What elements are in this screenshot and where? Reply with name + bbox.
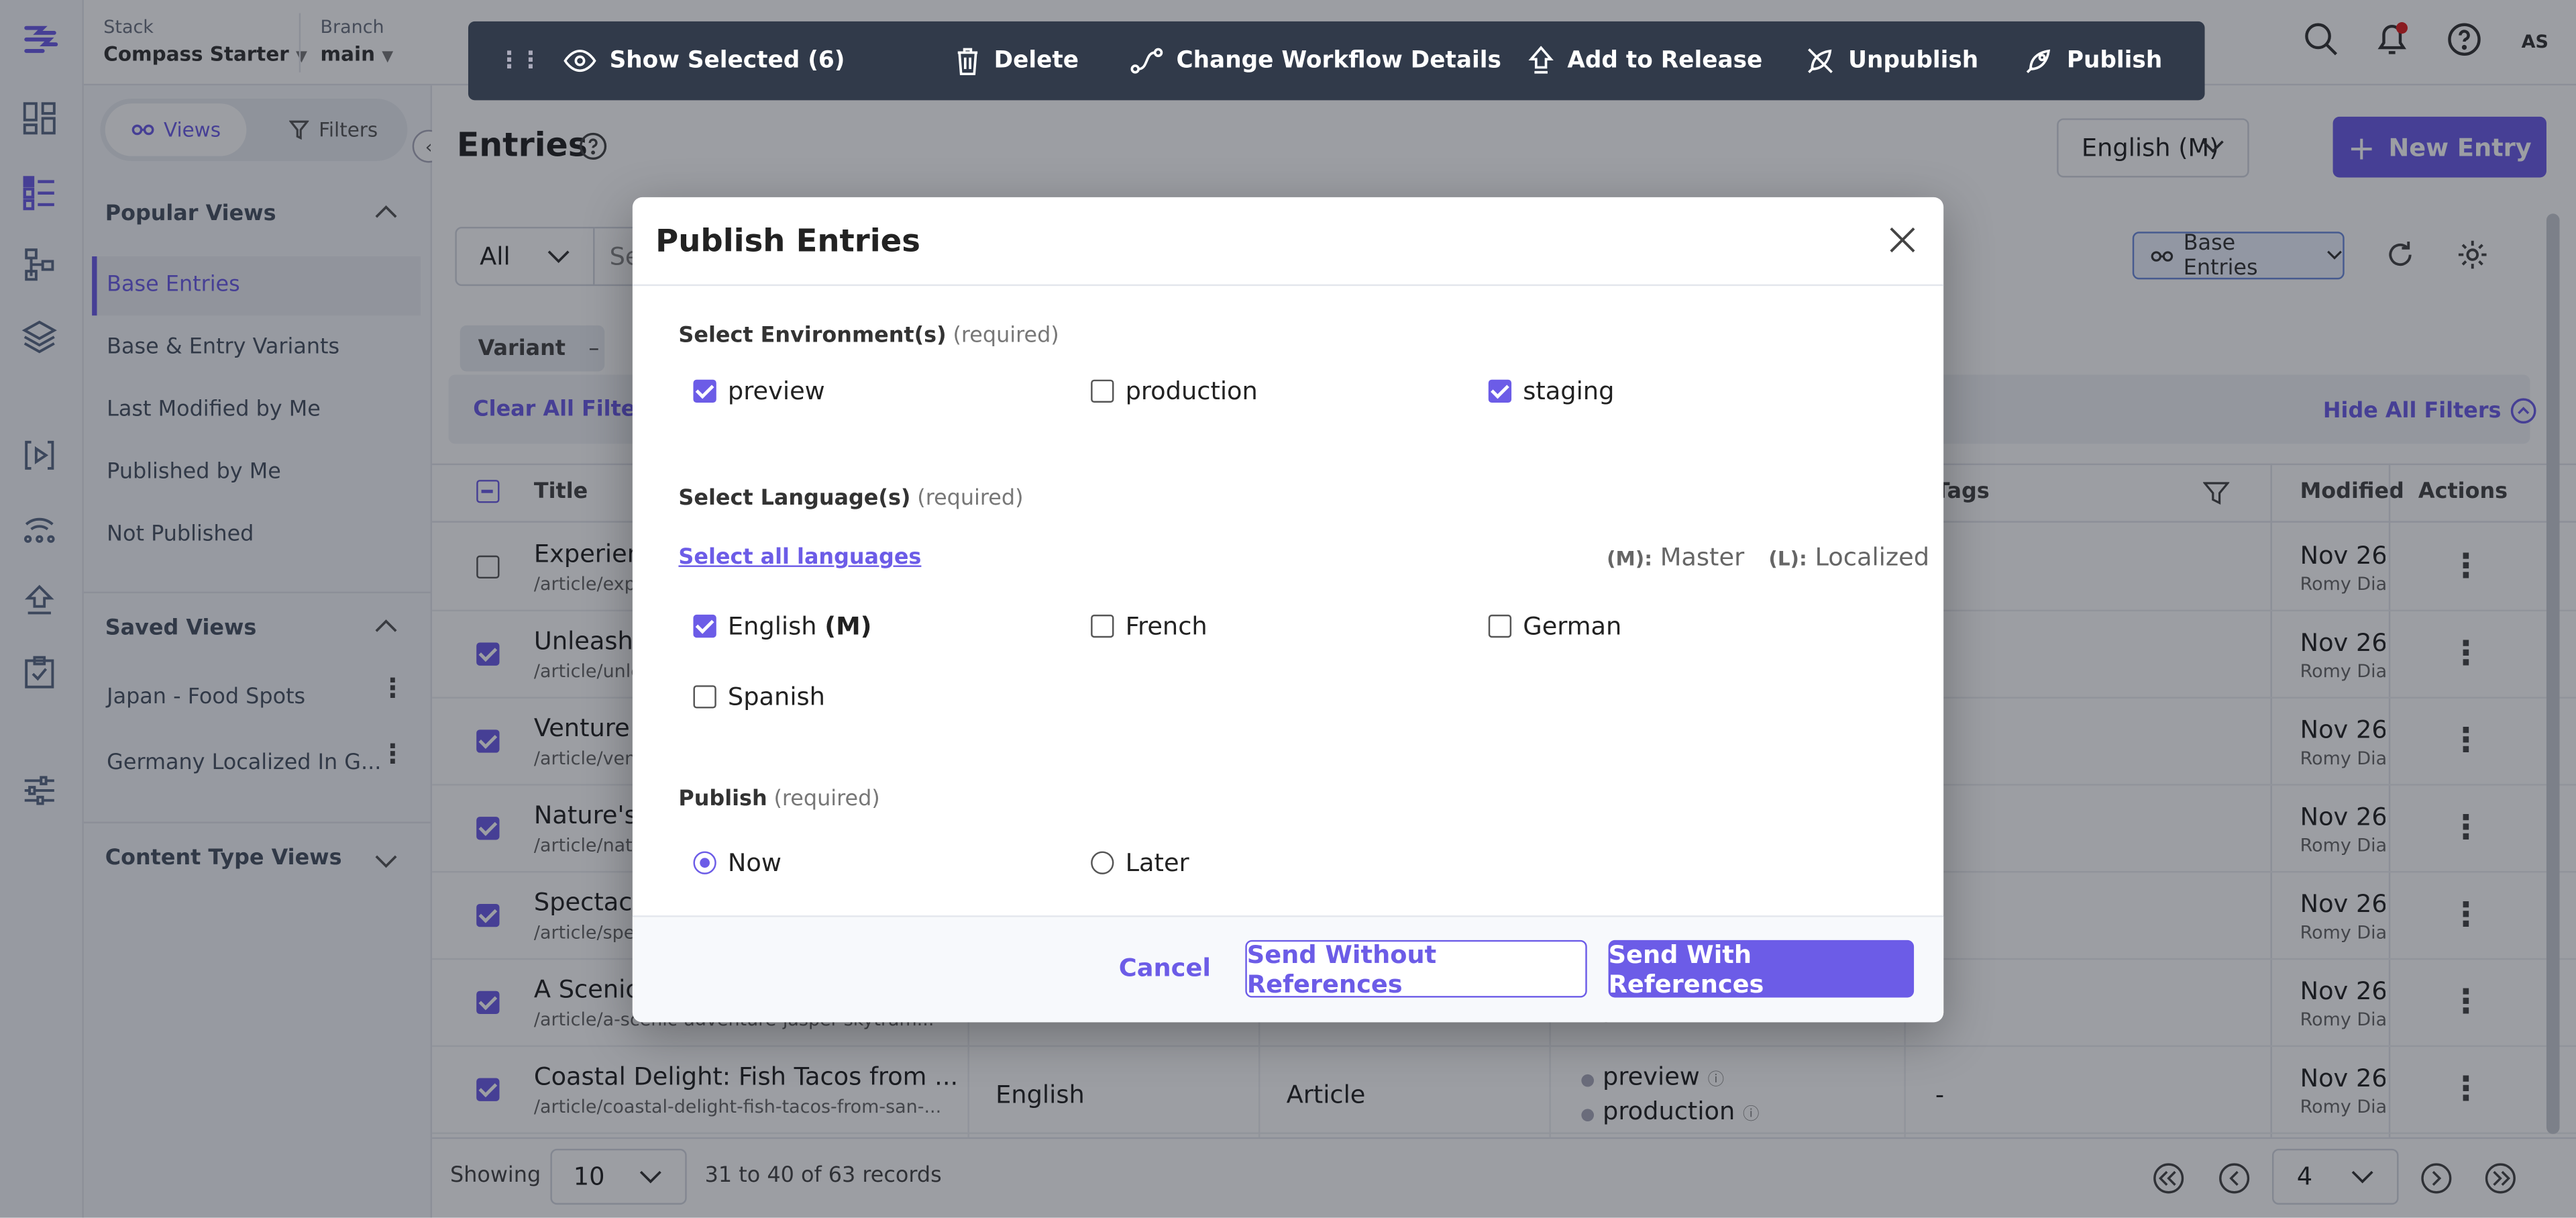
lang-name: English bbox=[727, 611, 817, 642]
lang-label: Select Language(s) bbox=[678, 486, 911, 511]
lang-checkbox-english[interactable] bbox=[693, 614, 716, 638]
publish-section-label: Publish (required) bbox=[678, 787, 879, 812]
required-label: (required) bbox=[917, 486, 1024, 511]
publish-label: Publish bbox=[2066, 48, 2163, 74]
divider bbox=[632, 284, 1944, 287]
required-label: (required) bbox=[773, 787, 880, 812]
env-section-label: Select Environment(s) (required) bbox=[678, 323, 1059, 348]
release-icon bbox=[1528, 46, 1554, 76]
env-checkbox-staging[interactable] bbox=[1488, 379, 1512, 403]
publish-now-radio[interactable] bbox=[693, 851, 716, 874]
close-icon[interactable] bbox=[1888, 225, 1917, 255]
workflow-icon bbox=[1130, 48, 1163, 74]
show-selected-label: Show Selected (6) bbox=[609, 48, 845, 74]
modal-title: Publish Entries bbox=[655, 223, 920, 260]
env-label: Select Environment(s) bbox=[678, 323, 947, 349]
publish-entries-modal: Publish Entries Select Environment(s) (re… bbox=[632, 197, 1944, 1023]
lang-label-english: English (M) bbox=[728, 611, 872, 641]
add-to-release-button[interactable]: Add to Release bbox=[1528, 21, 1763, 101]
lang-label-french: French bbox=[1125, 611, 1208, 642]
env-label-staging: staging bbox=[1523, 376, 1615, 406]
lang-checkbox-spanish[interactable] bbox=[693, 685, 716, 709]
env-checkbox-production[interactable] bbox=[1091, 379, 1114, 403]
eye-icon bbox=[564, 49, 596, 72]
select-all-languages-link[interactable]: Select all languages bbox=[678, 546, 921, 570]
master-suffix: (M) bbox=[824, 611, 872, 642]
bulk-action-toolbar: ⋮⋮ Show Selected (6) Delete Change Workf… bbox=[468, 21, 2205, 101]
required-label: (required) bbox=[953, 323, 1059, 349]
language-legend: (M): Master (L): Localized bbox=[1607, 542, 1929, 572]
trash-icon bbox=[955, 46, 981, 76]
lang-label-german: German bbox=[1523, 611, 1622, 642]
drag-handle-icon[interactable]: ⋮⋮ bbox=[498, 21, 542, 101]
legend-localized-key: (L): bbox=[1768, 547, 1807, 570]
show-selected-button[interactable]: Show Selected (6) bbox=[564, 21, 845, 101]
lang-checkbox-german[interactable] bbox=[1488, 614, 1512, 638]
unpublish-rocket-icon bbox=[1805, 46, 1835, 76]
env-checkbox-preview[interactable] bbox=[693, 379, 716, 403]
send-without-references-button[interactable]: Send Without References bbox=[1245, 940, 1587, 999]
lang-checkbox-french[interactable] bbox=[1091, 614, 1114, 638]
env-label-production: production bbox=[1125, 376, 1258, 406]
legend-localized: Localized bbox=[1815, 542, 1930, 572]
cancel-button[interactable]: Cancel bbox=[1119, 953, 1211, 982]
env-label-preview: preview bbox=[727, 376, 825, 406]
publish-later-label: Later bbox=[1125, 848, 1189, 878]
publish-label: Publish bbox=[678, 787, 767, 812]
publish-now-label: Now bbox=[727, 848, 782, 878]
unpublish-label: Unpublish bbox=[1848, 48, 1979, 74]
lang-section-label: Select Language(s) (required) bbox=[678, 487, 1023, 511]
publish-button[interactable]: Publish bbox=[2024, 21, 2162, 101]
change-workflow-label: Change Workflow Details bbox=[1176, 48, 1501, 74]
lang-label-spanish: Spanish bbox=[727, 682, 825, 712]
send-with-references-button[interactable]: Send With References bbox=[1608, 940, 1915, 999]
delete-button[interactable]: Delete bbox=[955, 21, 1079, 101]
add-to-release-label: Add to Release bbox=[1567, 48, 1763, 74]
delete-label: Delete bbox=[994, 48, 1079, 74]
legend-master: Master bbox=[1660, 542, 1745, 572]
change-workflow-button[interactable]: Change Workflow Details bbox=[1130, 21, 1501, 101]
unpublish-button[interactable]: Unpublish bbox=[1805, 21, 1978, 101]
publish-later-radio[interactable] bbox=[1091, 851, 1114, 874]
publish-rocket-icon bbox=[2024, 46, 2053, 76]
legend-master-key: (M): bbox=[1607, 547, 1653, 570]
